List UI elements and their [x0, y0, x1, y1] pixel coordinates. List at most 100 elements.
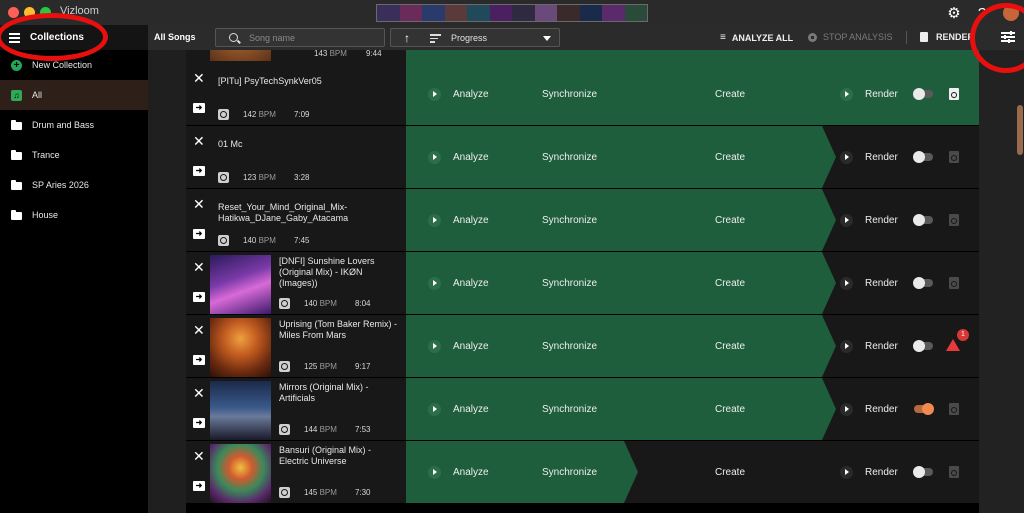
table-row[interactable]: ✕ ➜ Bansuri (Original Mix) - Electric Un…	[186, 441, 979, 504]
move-to-collection-icon[interactable]: ➜	[193, 481, 205, 491]
play-icon[interactable]	[840, 213, 853, 227]
zoom-window-button[interactable]	[40, 7, 51, 18]
search-box[interactable]	[215, 28, 385, 47]
render-toggle[interactable]	[913, 466, 933, 478]
analyze-step[interactable]: Analyze	[406, 315, 522, 377]
close-icon[interactable]: ✕	[193, 260, 205, 274]
synchronize-step[interactable]: Synchronize	[502, 189, 642, 251]
play-icon[interactable]	[428, 402, 441, 416]
song-details-icon[interactable]	[279, 424, 290, 435]
tune-settings-icon[interactable]	[1001, 30, 1015, 43]
move-to-collection-icon[interactable]: ➜	[193, 103, 205, 113]
create-step[interactable]: Create	[624, 63, 840, 125]
table-row[interactable]: ✕ ➜ Mirrors (Original Mix) - Artificials…	[186, 378, 979, 441]
play-icon[interactable]	[840, 402, 853, 416]
play-icon[interactable]	[840, 465, 853, 479]
render-toggle[interactable]	[913, 214, 933, 226]
render-file-icon[interactable]	[949, 403, 959, 415]
render-file-icon[interactable]	[949, 277, 959, 289]
play-icon[interactable]	[428, 87, 441, 101]
move-to-collection-icon[interactable]: ➜	[193, 166, 205, 176]
stop-analysis-button[interactable]: STOP ANALYSIS	[808, 32, 893, 42]
play-icon[interactable]	[428, 150, 441, 164]
play-icon[interactable]	[840, 87, 853, 101]
synchronize-step[interactable]: Synchronize	[502, 126, 642, 188]
table-row[interactable]: ✕ ➜ [DNFI] Sunshine Lovers (Original Mix…	[186, 252, 979, 315]
close-icon[interactable]: ✕	[193, 449, 205, 463]
create-step[interactable]: Create	[624, 441, 840, 503]
render-file-icon[interactable]	[949, 214, 959, 226]
render-file-icon[interactable]	[949, 151, 959, 163]
render-toggle[interactable]	[914, 403, 934, 415]
table-row[interactable]: ✕ ➜ Uprising (Tom Baker Remix) - Miles F…	[186, 315, 979, 378]
render-toggle[interactable]	[913, 88, 933, 100]
create-step[interactable]: Create	[624, 315, 840, 377]
table-row[interactable]: ✕ ➜ Reset_Your_Mind_Original_Mix-Hatikwa…	[186, 189, 979, 252]
warning-icon[interactable]	[946, 339, 960, 351]
close-icon[interactable]: ✕	[193, 386, 205, 400]
render-toggle[interactable]	[913, 151, 933, 163]
gear-icon[interactable]: ⚙	[945, 4, 963, 22]
synchronize-step[interactable]: Synchronize	[502, 315, 642, 377]
render-file-icon[interactable]	[949, 88, 959, 100]
sidebar-item-new-collection[interactable]: + New Collection	[0, 50, 148, 80]
analyze-step[interactable]: Analyze	[406, 189, 522, 251]
song-details-icon[interactable]	[218, 235, 229, 246]
hamburger-menu-icon[interactable]	[9, 32, 20, 43]
move-to-collection-icon[interactable]: ➜	[193, 418, 205, 428]
render-button[interactable]: RENDER	[920, 32, 974, 42]
synchronize-step[interactable]: Synchronize	[502, 378, 642, 440]
render-file-icon[interactable]	[949, 466, 959, 478]
analyze-step[interactable]: Analyze	[406, 126, 522, 188]
close-icon[interactable]: ✕	[193, 323, 205, 337]
create-step[interactable]: Create	[624, 126, 840, 188]
analyze-step[interactable]: Analyze	[406, 63, 522, 125]
create-step[interactable]: Create	[624, 252, 840, 314]
play-icon[interactable]	[840, 276, 853, 290]
scrollbar-thumb[interactable]	[1017, 105, 1023, 155]
synchronize-step[interactable]: Synchronize	[502, 252, 642, 314]
create-step[interactable]: Create	[624, 378, 840, 440]
sidebar-item-trance[interactable]: Trance	[0, 140, 148, 170]
song-details-icon[interactable]	[279, 487, 290, 498]
play-icon[interactable]	[428, 339, 441, 353]
sidebar-item-sp-aries-2026[interactable]: SP Aries 2026	[0, 170, 148, 200]
analyze-step[interactable]: Analyze	[406, 378, 522, 440]
analyze-step[interactable]: Analyze	[406, 441, 522, 503]
play-icon[interactable]	[428, 465, 441, 479]
sidebar-item-house[interactable]: House	[0, 200, 148, 230]
analyze-step[interactable]: Analyze	[406, 252, 522, 314]
close-icon[interactable]: ✕	[193, 134, 205, 148]
close-icon[interactable]: ✕	[193, 71, 205, 85]
render-toggle[interactable]	[913, 277, 933, 289]
close-icon[interactable]: ✕	[193, 197, 205, 211]
table-row[interactable]: ✕ ➜ 01 Mc 123 BPM 3:28 Analyze Synchroni…	[186, 126, 979, 189]
minimize-window-button[interactable]	[24, 7, 35, 18]
song-details-icon[interactable]	[218, 172, 229, 183]
move-to-collection-icon[interactable]: ➜	[193, 292, 205, 302]
play-icon[interactable]	[428, 213, 441, 227]
sort-direction-icon[interactable]: ↑	[404, 31, 410, 45]
play-icon[interactable]	[840, 150, 853, 164]
synchronize-step[interactable]: Synchronize	[502, 63, 642, 125]
create-step[interactable]: Create	[624, 189, 840, 251]
close-window-button[interactable]	[8, 7, 19, 18]
play-icon[interactable]	[428, 276, 441, 290]
help-circle-icon[interactable]: ?	[973, 4, 991, 22]
move-to-collection-icon[interactable]: ➜	[193, 355, 205, 365]
render-toggle[interactable]	[913, 340, 933, 352]
song-details-icon[interactable]	[279, 298, 290, 309]
play-icon[interactable]	[840, 339, 853, 353]
move-to-collection-icon[interactable]: ➜	[193, 229, 205, 239]
sidebar-item-drum-and-bass[interactable]: Drum and Bass	[0, 110, 148, 140]
song-details-icon[interactable]	[279, 361, 290, 372]
synchronize-step[interactable]: Synchronize	[502, 441, 642, 503]
analyze-all-button[interactable]: ≡ ANALYZE ALL	[720, 32, 793, 43]
search-input[interactable]	[249, 31, 379, 45]
sort-select[interactable]: ↑ Progress	[390, 28, 560, 47]
thumbnail-strip[interactable]	[376, 4, 648, 22]
song-details-icon[interactable]	[218, 109, 229, 120]
sidebar-item-all[interactable]: ♫ All	[0, 80, 148, 110]
table-row[interactable]: ✕ ➜ [PITu] PsyTechSynkVer05 142 BPM 7:09…	[186, 63, 979, 126]
avatar[interactable]	[1000, 4, 1022, 22]
